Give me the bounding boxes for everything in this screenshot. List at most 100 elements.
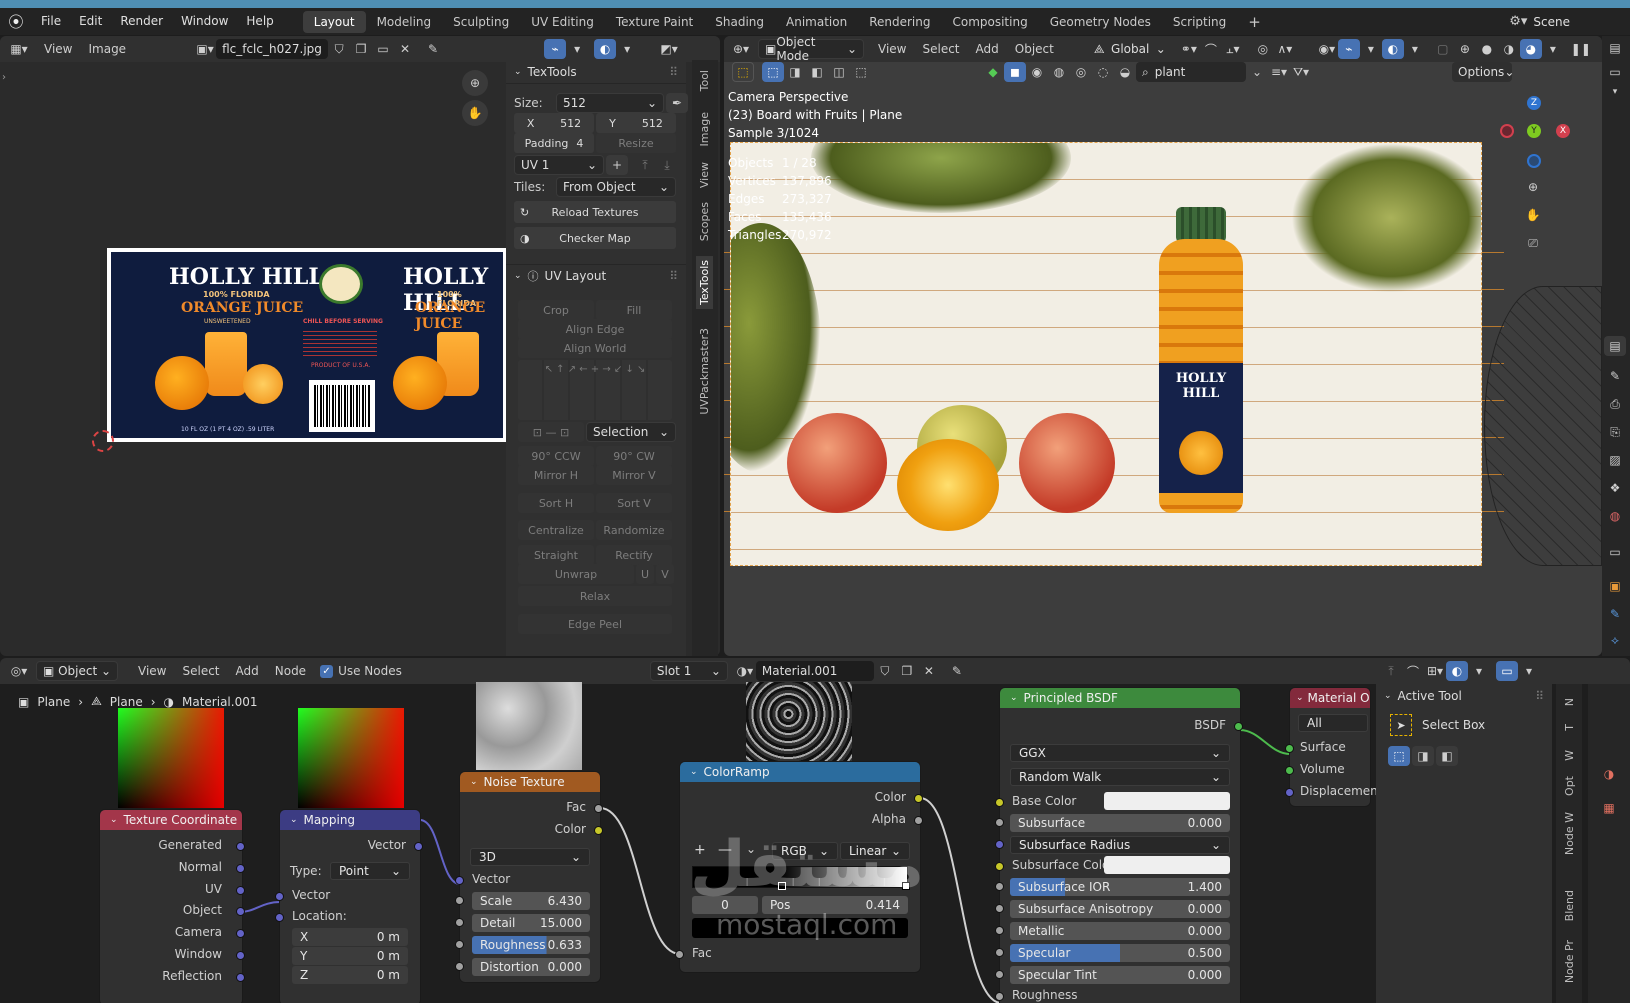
input-socket[interactable] (1285, 766, 1294, 775)
viewport-menu-view[interactable]: View (870, 42, 914, 56)
align-world-button[interactable]: Align World (518, 338, 672, 358)
input-socket[interactable] (995, 926, 1004, 935)
2d-cursor-icon[interactable] (92, 430, 114, 452)
size-dropdown[interactable]: 512 ⌄ (556, 93, 664, 113)
falloff-icon[interactable]: ∧▾ (1274, 39, 1296, 59)
location-x-field[interactable]: X 0 m (292, 928, 408, 946)
subsurface-radius-dropdown[interactable]: Subsurface Radius ⌄ (1010, 836, 1230, 854)
expand-icon[interactable]: ▾ (1604, 82, 1626, 102)
specular-tint-field[interactable]: Specular Tint 0.000 (1010, 966, 1230, 984)
snap-icon[interactable]: ⌒ (1200, 39, 1222, 59)
select-mode-extend-icon[interactable]: ◨ (784, 62, 806, 82)
input-socket[interactable] (995, 948, 1004, 957)
move-down-icon[interactable]: ⤓ (656, 155, 678, 175)
unlink-image-icon[interactable]: ✕ (394, 39, 416, 59)
tab-image[interactable]: Image (698, 112, 711, 146)
tab-n[interactable]: N (1563, 698, 1576, 706)
node-material-output[interactable]: ⌄Material Ou All Surface Volume Displace… (1285, 688, 1383, 806)
filter-light-icon[interactable]: ◍ (1048, 62, 1070, 82)
menu-edit[interactable]: Edit (70, 8, 111, 35)
unwrap-v-button[interactable]: V (656, 564, 674, 584)
viewport-search-input[interactable]: ⌕ plant (1136, 62, 1246, 82)
input-socket[interactable] (995, 904, 1004, 913)
select-tool-icon[interactable]: ⬚ (732, 62, 754, 82)
output-socket[interactable] (236, 907, 245, 916)
node-noise-texture[interactable]: ⌄ Noise Texture Fac Color 3D ⌄ Vector Scal… (455, 772, 603, 982)
shading-dropdown-icon[interactable]: ▾ (1542, 39, 1564, 59)
scene-selector-icon[interactable]: ⚙▾ (1509, 14, 1527, 29)
menu-render[interactable]: Render (111, 8, 172, 35)
workspace-tab-layout[interactable]: Layout (302, 10, 366, 33)
overlay-dropdown-icon[interactable]: ▾ (1404, 39, 1426, 59)
move-up-icon[interactable]: ⤒ (634, 155, 656, 175)
workspace-tab-compositing[interactable]: Compositing (941, 11, 1038, 33)
sort-h-button[interactable]: Sort H (518, 493, 594, 513)
output-socket[interactable] (1234, 722, 1243, 731)
filter-mesh-icon[interactable]: ◼ (1004, 62, 1026, 82)
overlay-toggle-icon[interactable]: ◐ (594, 39, 617, 59)
tab-textools[interactable]: TexTools (696, 256, 713, 310)
input-socket[interactable] (995, 992, 1004, 1001)
blender-logo-icon[interactable]: ⦿ (0, 11, 32, 32)
node-header[interactable]: ⌄ Principled BSDF (1000, 688, 1240, 708)
workspace-tab-geometry-nodes[interactable]: Geometry Nodes (1039, 11, 1162, 33)
fill-button[interactable]: Fill (596, 300, 672, 320)
add-uv-icon[interactable]: + (606, 155, 628, 175)
output-socket[interactable] (236, 929, 245, 938)
detail-field[interactable]: Detail 15.000 (472, 914, 590, 932)
relax-button[interactable]: Relax (518, 586, 672, 606)
world-properties-icon[interactable]: ◍ (1604, 506, 1626, 526)
particles-properties-icon[interactable]: ⟡ (1604, 630, 1626, 650)
filter-colors-icon[interactable]: ◆ (982, 62, 1004, 82)
resize-button[interactable]: Resize (596, 133, 676, 153)
rotate-ccw-button[interactable]: 90° CCW (518, 446, 594, 466)
scene-name[interactable]: Scene (1533, 15, 1570, 29)
tab-view[interactable]: View (698, 162, 711, 188)
input-socket[interactable] (675, 950, 684, 959)
edge-peel-button[interactable]: Edge Peel (518, 614, 672, 634)
output-socket[interactable] (236, 864, 245, 873)
viewport-menu-select[interactable]: Select (914, 42, 967, 56)
size-y-field[interactable]: Y 512 (596, 113, 676, 133)
mirror-h-button[interactable]: Mirror H (518, 465, 594, 485)
navigation-gizmo[interactable]: Z Y X (1500, 96, 1570, 168)
unwrap-u-button[interactable]: U (636, 564, 654, 584)
viewport-menu-object[interactable]: Object (1007, 42, 1062, 56)
tool-properties-icon[interactable]: ✎ (1604, 366, 1626, 386)
filter-funnel-icon[interactable]: ⛛▾ (1290, 62, 1312, 82)
modifier-properties-icon[interactable]: ✎ (1604, 604, 1626, 624)
image-menu-view[interactable]: View (36, 42, 80, 56)
split-view-icon[interactable]: ❚❚ (1570, 39, 1592, 59)
output-socket[interactable] (914, 816, 923, 825)
add-workspace-icon[interactable]: + (1237, 11, 1272, 33)
tab-blend[interactable]: Blend (1563, 890, 1576, 921)
object-properties-icon[interactable]: ▣ (1604, 576, 1626, 596)
randomize-button[interactable]: Randomize (596, 520, 672, 540)
open-folder-icon[interactable]: ▭ (372, 39, 394, 59)
workspace-tab-scripting[interactable]: Scripting (1162, 11, 1237, 33)
zoom-icon[interactable]: ⊕ (462, 70, 488, 96)
workspace-tab-uv-editing[interactable]: UV Editing (520, 11, 605, 33)
overlay-dropdown-icon[interactable]: ▾ (616, 39, 638, 59)
input-socket[interactable] (275, 913, 284, 922)
output-socket[interactable] (236, 951, 245, 960)
filter-camera-icon[interactable]: ◎ (1070, 62, 1092, 82)
subsurface-color-swatch[interactable] (1104, 856, 1230, 874)
editor-type-icon[interactable]: ⊕▾ (730, 39, 752, 59)
menu-help[interactable]: Help (237, 8, 282, 35)
workspace-tab-texture-paint[interactable]: Texture Paint (605, 11, 704, 33)
workspace-tab-sculpting[interactable]: Sculpting (442, 11, 520, 33)
node-texture-coordinate[interactable]: ⌄ Texture Coordinate Generated Normal UV … (100, 810, 245, 1003)
input-socket[interactable] (1285, 744, 1294, 753)
new-image-icon[interactable]: ❐ (350, 39, 372, 59)
transform-orientation-dropdown[interactable]: ⟁ Global ⌄ (1088, 39, 1172, 59)
texture-properties-icon[interactable]: ▦ (1598, 798, 1620, 818)
mirror-v-button[interactable]: Mirror V (596, 465, 672, 485)
input-socket[interactable] (455, 896, 464, 905)
location-y-field[interactable]: Y 0 m (292, 947, 408, 965)
straight-button[interactable]: Straight (518, 545, 594, 565)
input-socket[interactable] (455, 940, 464, 949)
node-header[interactable]: ⌄ Mapping (280, 810, 420, 830)
workspace-tab-shading[interactable]: Shading (704, 11, 775, 33)
location-z-field[interactable]: Z 0 m (292, 966, 408, 984)
